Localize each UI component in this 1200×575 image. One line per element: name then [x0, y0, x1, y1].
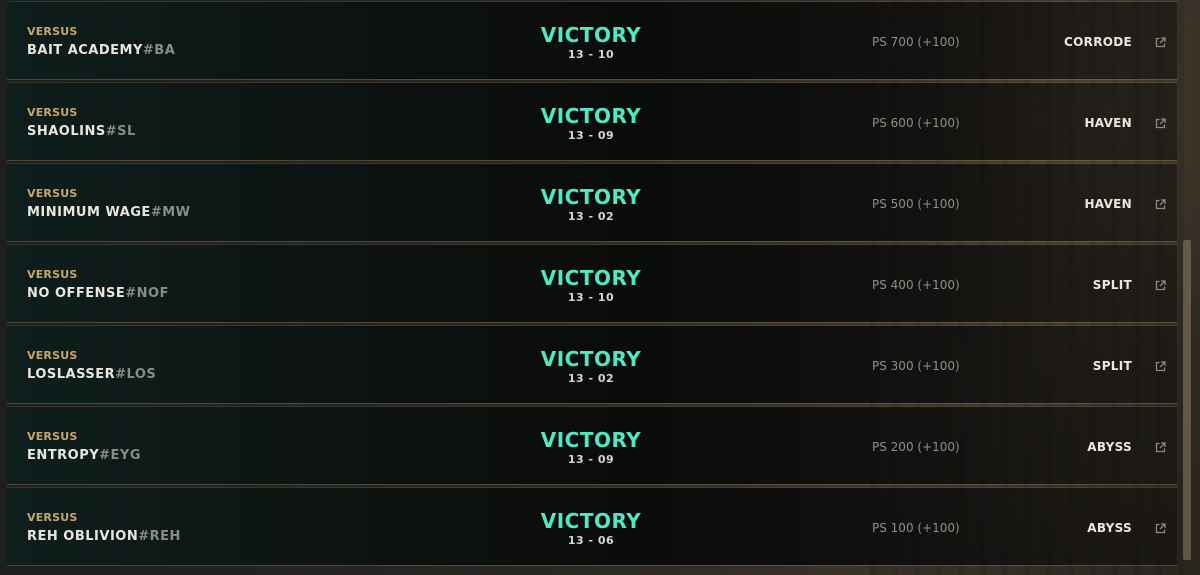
match-row[interactable]: VERSUS SHAOLINS#SL VICTORY 13 - 09 PS 60…	[7, 83, 1177, 160]
scrollbar-thumb[interactable]	[1183, 240, 1191, 560]
versus-label: VERSUS	[27, 25, 78, 38]
team-name: SHAOLINS	[27, 124, 106, 139]
opponent-team: MINIMUM WAGE#MW	[27, 205, 190, 220]
team-name: LOSLASSER	[27, 367, 116, 382]
points-score: PS 600 (+100)	[872, 116, 960, 130]
match-score: 13 - 10	[567, 291, 615, 304]
map-name: SPLIT	[1092, 278, 1132, 292]
match-history-list: VERSUS BAIT ACADEMY#BA VICTORY 13 - 10 P…	[7, 2, 1177, 569]
team-tag: #REH	[138, 529, 181, 544]
external-link-icon[interactable]	[1155, 118, 1166, 129]
match-score: 13 - 09	[567, 129, 615, 142]
team-tag: #BA	[142, 43, 176, 58]
team-tag: #SL	[105, 124, 136, 139]
map-name: HAVEN	[1084, 197, 1132, 211]
external-link-icon[interactable]	[1155, 523, 1166, 534]
points-score: PS 200 (+100)	[872, 440, 960, 454]
opponent-team: LOSLASSER#LOS	[27, 367, 156, 382]
team-name: REH OBLIVION	[27, 529, 139, 544]
external-link-icon[interactable]	[1155, 199, 1166, 210]
team-name: NO OFFENSE	[27, 286, 126, 301]
match-score: 13 - 02	[567, 210, 615, 223]
points-score: PS 400 (+100)	[872, 278, 960, 292]
team-tag: #NOF	[125, 286, 169, 301]
team-name: ENTROPY	[27, 448, 100, 463]
match-row[interactable]: VERSUS REH OBLIVION#REH VICTORY 13 - 06 …	[7, 488, 1177, 565]
match-result: VICTORY	[540, 266, 642, 290]
team-name: BAIT ACADEMY	[27, 43, 143, 58]
points-score: PS 500 (+100)	[872, 197, 960, 211]
match-result: VICTORY	[540, 347, 642, 371]
external-link-icon[interactable]	[1155, 442, 1166, 453]
team-name: MINIMUM WAGE	[27, 205, 151, 220]
versus-label: VERSUS	[27, 187, 78, 200]
match-result: VICTORY	[540, 509, 642, 533]
points-score: PS 700 (+100)	[872, 35, 960, 49]
match-result: VICTORY	[540, 104, 642, 128]
opponent-team: ENTROPY#EYG	[27, 448, 141, 463]
versus-label: VERSUS	[27, 511, 78, 524]
opponent-team: REH OBLIVION#REH	[27, 529, 181, 544]
map-name: ABYSS	[1087, 521, 1132, 535]
match-score: 13 - 10	[567, 48, 615, 61]
map-name: SPLIT	[1092, 359, 1132, 373]
match-result: VICTORY	[540, 23, 642, 47]
points-score: PS 300 (+100)	[872, 359, 960, 373]
match-row[interactable]: VERSUS LOSLASSER#LOS VICTORY 13 - 02 PS …	[7, 326, 1177, 403]
map-name: CORRODE	[1064, 35, 1132, 49]
versus-label: VERSUS	[27, 349, 78, 362]
match-result: VICTORY	[540, 185, 642, 209]
match-result: VICTORY	[540, 428, 642, 452]
match-score: 13 - 02	[567, 372, 615, 385]
match-row[interactable]: VERSUS MINIMUM WAGE#MW VICTORY 13 - 02 P…	[7, 164, 1177, 241]
match-row[interactable]: VERSUS ENTROPY#EYG VICTORY 13 - 09 PS 20…	[7, 407, 1177, 484]
external-link-icon[interactable]	[1155, 280, 1166, 291]
team-tag: #LOS	[115, 367, 157, 382]
team-tag: #EYG	[99, 448, 141, 463]
external-link-icon[interactable]	[1155, 361, 1166, 372]
map-name: HAVEN	[1084, 116, 1132, 130]
points-score: PS 100 (+100)	[872, 521, 960, 535]
opponent-team: SHAOLINS#SL	[27, 124, 136, 139]
external-link-icon[interactable]	[1155, 37, 1166, 48]
versus-label: VERSUS	[27, 268, 78, 281]
team-tag: #MW	[150, 205, 191, 220]
versus-label: VERSUS	[27, 106, 78, 119]
match-score: 13 - 09	[567, 453, 615, 466]
match-score: 13 - 06	[567, 534, 615, 547]
opponent-team: BAIT ACADEMY#BA	[27, 43, 175, 58]
match-row[interactable]: VERSUS BAIT ACADEMY#BA VICTORY 13 - 10 P…	[7, 2, 1177, 79]
opponent-team: NO OFFENSE#NOF	[27, 286, 169, 301]
versus-label: VERSUS	[27, 430, 78, 443]
map-name: ABYSS	[1087, 440, 1132, 454]
match-row[interactable]: VERSUS NO OFFENSE#NOF VICTORY 13 - 10 PS…	[7, 245, 1177, 322]
